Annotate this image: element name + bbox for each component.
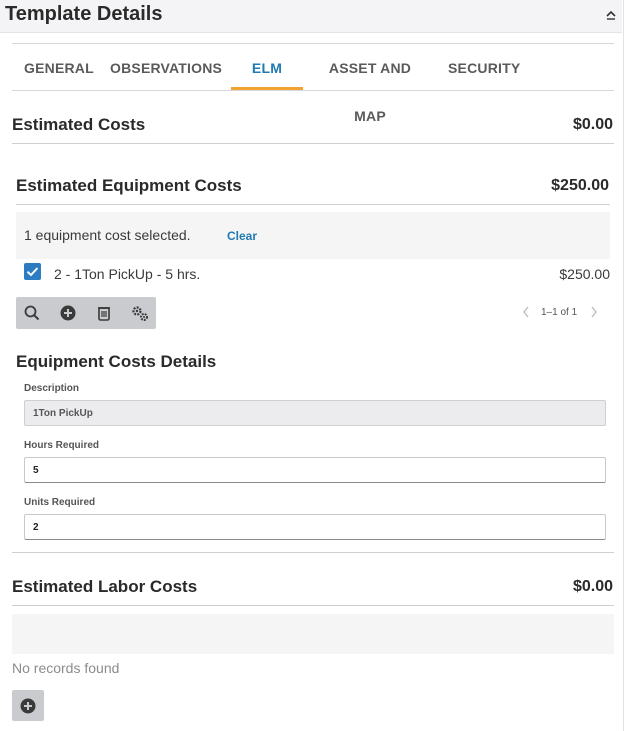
panel-title: Template Details <box>5 3 163 25</box>
list-item[interactable]: 2 - 1Ton PickUp - 5 hrs. $250.00 <box>16 260 610 288</box>
empty-state-text: No records found <box>12 660 120 676</box>
tab-general[interactable]: GENERAL <box>24 44 94 90</box>
tab-observations[interactable]: OBSERVATIONS <box>110 44 222 90</box>
search-icon[interactable] <box>21 302 43 324</box>
chevron-up-icon[interactable] <box>604 7 618 23</box>
clear-selection-link[interactable]: Clear <box>227 229 257 243</box>
tab-security[interactable]: SECURITY <box>448 44 520 90</box>
description-field <box>24 400 606 426</box>
active-tab-indicator <box>231 87 303 90</box>
hours-required-label: Hours Required <box>24 440 100 451</box>
labor-costs-title: Estimated Labor Costs <box>12 577 198 596</box>
equipment-details-title: Equipment Costs Details <box>16 352 217 371</box>
divider <box>12 143 614 144</box>
units-required-field[interactable] <box>24 514 606 540</box>
units-required-label: Units Required <box>24 497 96 508</box>
selection-count-text: 1 equipment cost selected. <box>24 227 191 243</box>
labor-costs-amount: $0.00 <box>572 578 613 595</box>
row-label: 2 - 1Ton PickUp - 5 hrs. <box>54 266 201 282</box>
checkmark-icon <box>26 267 39 277</box>
labor-list-header <box>12 614 614 654</box>
hours-required-field[interactable] <box>24 457 606 483</box>
tab-asset-and-map[interactable]: ASSET AND MAP <box>312 44 428 124</box>
description-label: Description <box>24 383 80 394</box>
chevron-left-icon[interactable] <box>521 305 531 319</box>
estimated-costs-amount: $0.00 <box>572 116 613 133</box>
equipment-toolbar <box>16 297 156 329</box>
add-labor-button[interactable] <box>12 690 44 721</box>
chevron-right-icon[interactable] <box>589 305 599 319</box>
template-details-panel: Template Details GENERAL OBSERVATIONS EL… <box>0 0 624 731</box>
equipment-costs-amount: $250.00 <box>551 177 609 194</box>
divider <box>12 552 614 553</box>
delete-icon[interactable] <box>93 302 115 324</box>
add-icon <box>20 698 36 713</box>
equipment-costs-title: Estimated Equipment Costs <box>16 176 242 195</box>
add-icon[interactable] <box>57 302 79 324</box>
pagination: 1–1 of 1 <box>516 303 606 323</box>
pagination-range: 1–1 of 1 <box>541 307 578 318</box>
estimated-costs-title: Estimated Costs <box>12 115 146 134</box>
row-checkbox[interactable] <box>24 263 41 280</box>
row-amount: $250.00 <box>559 266 610 282</box>
selection-bar: 1 equipment cost selected. Clear <box>16 212 610 259</box>
panel-header: Template Details <box>0 0 622 33</box>
settings-icon[interactable] <box>129 302 151 324</box>
divider <box>16 204 610 205</box>
tab-elm[interactable]: ELM <box>234 44 300 90</box>
divider <box>12 605 614 606</box>
tab-bar: GENERAL OBSERVATIONS ELM ASSET AND MAP S… <box>12 44 614 124</box>
